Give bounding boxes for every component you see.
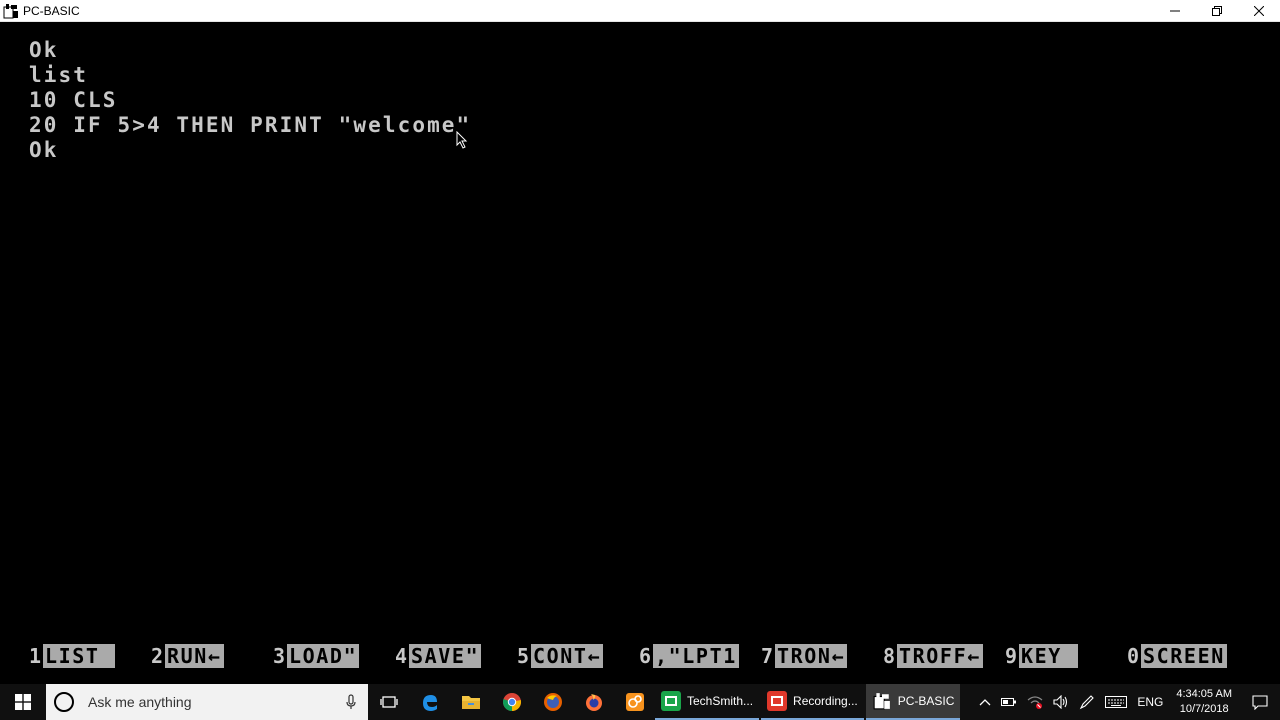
language-indicator[interactable]: ENG <box>1132 684 1168 720</box>
function-key-bar: 1 LIST 2 RUN← 3 LOAD" 4 SAVE" 5 CONT← 6 ,"LPT1… <box>0 643 1280 669</box>
system-tray: ENG 4:34:05 AM 10/7/2018 <box>974 684 1280 720</box>
app-orange-icon <box>625 693 644 711</box>
touch-keyboard-button[interactable] <box>1100 684 1132 720</box>
fkey-number: 7 <box>761 644 775 668</box>
fkey-3[interactable]: 3 LOAD" <box>273 643 360 669</box>
fkey-number: 6 <box>639 644 653 668</box>
console-line: Ok <box>29 138 59 162</box>
recording-icon <box>767 691 788 711</box>
fkey-number: 4 <box>395 644 409 668</box>
windows-logo-icon <box>15 694 31 710</box>
network-button[interactable] <box>1022 684 1048 720</box>
restore-button[interactable] <box>1196 0 1238 22</box>
fkey-label: TROFF← <box>897 644 983 668</box>
fkey-6[interactable]: 6 ,"LPT1 <box>639 643 739 669</box>
mouse-pointer-icon <box>456 131 468 149</box>
cortana-icon <box>54 692 74 712</box>
taskbar-app-label: PC-BASIC <box>897 694 955 708</box>
fkey-number: 5 <box>517 644 531 668</box>
fkey-label: TRON← <box>775 644 848 668</box>
fkey-label: CONT← <box>531 644 604 668</box>
fkey-2[interactable]: 2 RUN← <box>151 643 224 669</box>
minimize-button[interactable] <box>1154 0 1196 22</box>
console-line: list <box>29 63 88 87</box>
chrome-button[interactable] <box>491 684 532 720</box>
battery-button[interactable] <box>996 684 1022 720</box>
fkey-label: RUN← <box>165 644 224 668</box>
firefox-button[interactable] <box>532 684 573 720</box>
fkey-label: SCREEN <box>1141 644 1227 668</box>
fkey-9[interactable]: 9 KEY <box>1005 643 1078 669</box>
close-button[interactable] <box>1238 0 1280 22</box>
cortana-search-box[interactable]: Ask me anything <box>46 684 368 720</box>
fkey-number: 8 <box>883 644 897 668</box>
minimize-icon <box>1170 10 1180 12</box>
pen-button[interactable] <box>1074 684 1100 720</box>
clock[interactable]: 4:34:05 AM 10/7/2018 <box>1168 687 1240 717</box>
taskbar-app-label: TechSmith... <box>687 694 754 708</box>
techsmith-icon <box>661 691 681 711</box>
file-explorer-icon <box>461 696 480 709</box>
start-button[interactable] <box>0 684 46 720</box>
window-title: PC-BASIC <box>23 3 80 18</box>
volume-button[interactable] <box>1048 684 1074 720</box>
search-placeholder: Ask me anything <box>88 694 192 710</box>
fkey-label: SAVE" <box>409 644 482 668</box>
fkey-label: LOAD" <box>287 644 360 668</box>
window-controls <box>1154 0 1280 22</box>
pc-basic-taskbar-icon <box>872 691 892 711</box>
task-view-icon <box>379 696 398 708</box>
fkey-number: 2 <box>151 644 165 668</box>
firefox-icon <box>543 693 562 711</box>
fkey-5[interactable]: 5 CONT← <box>517 643 604 669</box>
show-hidden-icons-button[interactable] <box>974 684 996 720</box>
edge-button[interactable] <box>409 684 450 720</box>
network-disconnected-icon <box>1027 696 1043 709</box>
taskbar-app-techsmith[interactable]: TechSmith... <box>655 684 760 720</box>
speaker-icon <box>1053 695 1068 709</box>
action-center-button[interactable] <box>1240 684 1280 720</box>
chrome-icon <box>502 693 521 712</box>
fkey-number: 0 <box>1127 644 1141 668</box>
title-bar: PC-BASIC <box>0 0 1280 22</box>
firefox-dev-icon <box>585 694 602 711</box>
firefox-dev-button[interactable] <box>573 684 614 720</box>
fkey-10[interactable]: 0 SCREEN <box>1127 643 1227 669</box>
battery-icon <box>1001 698 1017 706</box>
console-line: 10 CLS <box>29 88 118 112</box>
taskbar-app-recording[interactable]: Recording... <box>761 684 864 720</box>
fkey-7[interactable]: 7 TRON← <box>761 643 848 669</box>
pen-icon <box>1080 695 1095 710</box>
taskbar-app-label: Recording... <box>793 694 858 708</box>
notification-icon <box>1252 695 1268 710</box>
file-explorer-button[interactable] <box>450 684 491 720</box>
console-line: Ok <box>29 38 59 62</box>
orange-app-button[interactable] <box>614 684 655 720</box>
basic-console[interactable]: Ok list 10 CLS 20 IF 5>4 THEN PRINT "wel… <box>0 22 1280 682</box>
fkey-number: 3 <box>273 644 287 668</box>
task-view-button[interactable] <box>368 684 409 720</box>
fkey-4[interactable]: 4 SAVE" <box>395 643 482 669</box>
taskbar: Ask me anything TechSmith... Recording..… <box>0 684 1280 720</box>
clock-time: 4:34:05 AM <box>1176 688 1232 700</box>
fkey-label: LIST <box>43 644 116 668</box>
fkey-label: KEY <box>1019 644 1078 668</box>
fkey-8[interactable]: 8 TROFF← <box>883 643 983 669</box>
fkey-label: ,"LPT1 <box>653 644 739 668</box>
fkey-number: 9 <box>1005 644 1019 668</box>
keyboard-icon <box>1105 696 1128 708</box>
edge-icon <box>422 695 437 711</box>
fkey-number: 1 <box>29 644 43 668</box>
chevron-up-icon <box>979 699 991 706</box>
taskbar-app-pc-basic[interactable]: PC-BASIC <box>865 684 961 720</box>
microphone-icon[interactable] <box>346 694 356 710</box>
restore-icon <box>1212 6 1222 16</box>
close-icon <box>1254 6 1264 16</box>
fkey-1[interactable]: 1 LIST <box>29 643 116 669</box>
console-line: 20 IF 5>4 THEN PRINT "welcome" <box>29 113 472 137</box>
clock-date: 10/7/2018 <box>1179 703 1229 715</box>
pc-basic-app-icon <box>3 3 19 19</box>
